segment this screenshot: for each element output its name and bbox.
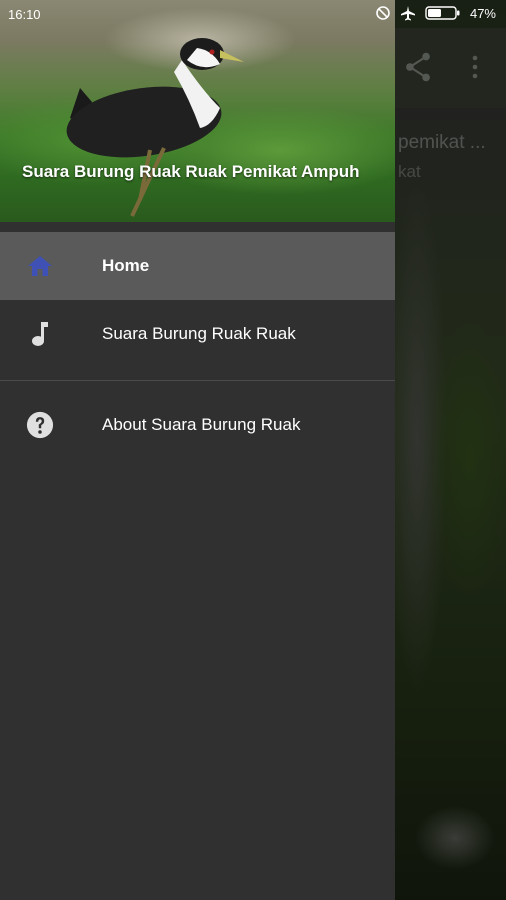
airplane-mode-icon xyxy=(400,6,415,21)
status-time: 16:10 xyxy=(8,7,41,22)
nav-item-label: Home xyxy=(102,256,150,275)
status-bar: 16:10 47% xyxy=(0,0,506,28)
header-bird-image xyxy=(66,38,244,217)
help-icon xyxy=(26,411,54,439)
battery-percent: 47% xyxy=(469,5,496,21)
nav-item-suara-burung[interactable]: Suara Burung Ruak Ruak xyxy=(0,300,395,368)
screen: pemikat ... kat 16:10 47% Suara Burung R… xyxy=(0,0,506,900)
drawer-nav-list: Home Suara Burung Ruak Ruak About Suara … xyxy=(0,232,395,459)
home-icon xyxy=(26,252,54,280)
do-not-disturb-icon xyxy=(376,6,390,20)
navigation-drawer: Suara Burung Ruak Ruak Pemikat Ampuh Hom… xyxy=(0,0,395,900)
status-icons: 47% xyxy=(375,5,496,21)
nav-item-about[interactable]: About Suara Burung Ruak xyxy=(0,391,395,459)
nav-item-label: Suara Burung Ruak Ruak xyxy=(102,324,296,343)
nav-item-home[interactable]: Home xyxy=(0,232,395,300)
music-note-icon xyxy=(26,320,54,348)
nav-item-label: About Suara Burung Ruak xyxy=(102,415,301,434)
drawer-header-title: Suara Burung Ruak Ruak Pemikat Ampuh xyxy=(22,162,360,181)
drawer-header: Suara Burung Ruak Ruak Pemikat Ampuh xyxy=(0,0,395,222)
nav-divider xyxy=(0,380,395,381)
battery-icon xyxy=(425,6,460,20)
